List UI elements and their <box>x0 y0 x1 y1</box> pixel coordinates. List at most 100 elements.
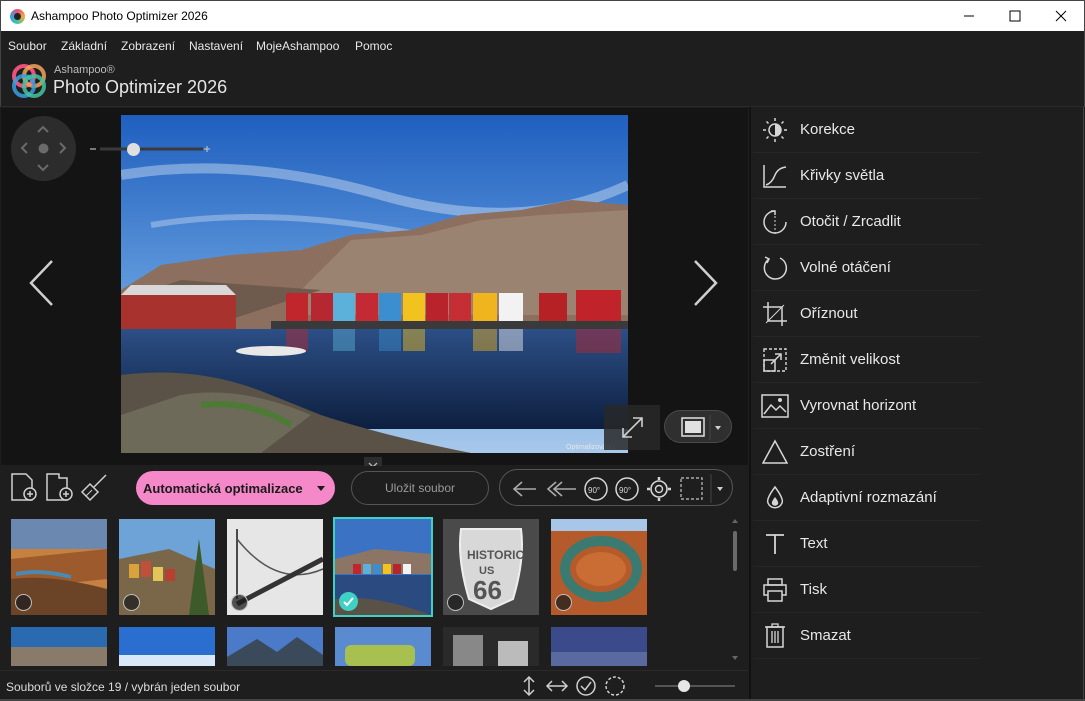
pan-center-icon <box>38 143 49 154</box>
menu-zakladni[interactable]: Základní <box>61 39 107 53</box>
thumbnail-select-marker[interactable] <box>123 594 140 611</box>
deselect-all-icon[interactable] <box>603 674 627 698</box>
dropdown-arrow-icon <box>717 487 723 491</box>
thumbnail-row2-4[interactable] <box>335 627 431 666</box>
tool-label: Volné otáčení <box>800 259 891 276</box>
rotate-right-icon: 90° <box>615 477 639 501</box>
tool-adaptivni-rozmazani[interactable]: Adaptivní rozmazání <box>753 475 981 521</box>
save-file-button[interactable]: Uložit soubor <box>351 471 489 505</box>
menu-pomoc[interactable]: Pomoc <box>355 39 392 53</box>
zoom-slider-handle[interactable] <box>127 143 140 156</box>
tool-oriznout[interactable]: Oříznout <box>753 291 981 337</box>
scroll-thumb <box>733 531 737 571</box>
thumbnail-row2-6[interactable] <box>551 627 647 666</box>
fullscreen-button[interactable] <box>604 405 660 450</box>
thumbnail-foggy-bridge[interactable] <box>227 519 323 615</box>
thumbnail-coastal-village[interactable] <box>119 519 215 615</box>
expand-icon <box>622 417 643 438</box>
thumbnail-canyon-river[interactable] <box>11 519 107 615</box>
menu-mojeashampoo[interactable]: MojeAshampoo <box>256 39 339 53</box>
clear-list-button[interactable] <box>80 472 110 507</box>
ashampoo-logo-icon <box>12 64 46 98</box>
thumbnail-select-marker[interactable] <box>15 594 32 611</box>
thumbnail-size-handle <box>678 680 690 692</box>
thumbnail-row2-1[interactable] <box>11 627 107 666</box>
tool-label: Otočit / Zrcadlit <box>800 213 901 230</box>
tool-label: Zostření <box>800 443 856 460</box>
auto-optimize-button[interactable]: Automatická optimalizace <box>136 471 335 505</box>
status-bar: Souborů ve složce 19 / vybrán jeden soub… <box>1 670 748 700</box>
tool-krivky-svetla[interactable]: Křivky světla <box>753 153 981 199</box>
tool-text[interactable]: Text <box>753 521 981 567</box>
view-mode-button[interactable] <box>664 410 732 443</box>
tool-label: Křivky světla <box>800 167 885 184</box>
close-icon <box>1055 10 1067 22</box>
menu-soubor[interactable]: Soubor <box>8 39 47 53</box>
tool-smazat[interactable]: Smazat <box>753 613 981 659</box>
auto-optimize-label: Automatická optimalizace <box>143 480 303 496</box>
thumbnail-scrollbar[interactable] <box>731 519 739 660</box>
add-folder-button[interactable] <box>45 472 75 507</box>
thumbnail-select-marker[interactable] <box>231 594 248 611</box>
tool-label: Smazat <box>800 627 851 644</box>
sharpen-icon <box>753 429 797 475</box>
pan-right-icon <box>59 142 67 154</box>
status-text: Souborů ve složce 19 / vybrán jeden soub… <box>6 680 241 694</box>
add-file-button[interactable] <box>10 472 38 507</box>
menu-zobrazeni[interactable]: Zobrazení <box>121 39 175 53</box>
tool-label: Korekce <box>800 121 856 138</box>
close-button[interactable] <box>1038 1 1084 31</box>
scroll-up-icon <box>732 519 738 523</box>
zoom-slider[interactable] <box>88 143 213 156</box>
add-file-icon <box>11 473 37 501</box>
sort-vertical-icon[interactable] <box>519 675 539 697</box>
add-folder-icon <box>46 473 73 501</box>
thumbnail-select-marker[interactable] <box>555 594 572 611</box>
sort-horizontal-icon[interactable] <box>545 675 569 697</box>
thumbnail-route-66[interactable]: HISTORIC US 66 <box>443 519 539 615</box>
next-image-button[interactable] <box>690 258 720 313</box>
window-title: Ashampoo Photo Optimizer 2026 <box>31 9 208 23</box>
tool-label: Oříznout <box>800 305 858 322</box>
brand-bar: Ashampoo® Photo Optimizer 2026 <box>0 59 1085 107</box>
resize-icon <box>753 337 797 383</box>
thumbnail-harbor-houses[interactable] <box>333 517 433 617</box>
tool-label: Tisk <box>800 581 827 598</box>
tool-volne-otaceni[interactable]: Volné otáčení <box>753 245 981 291</box>
tool-zmenit-velikost[interactable]: Změnit velikost <box>753 337 981 383</box>
tool-zostreni[interactable]: Zostření <box>753 429 981 475</box>
tool-label: Změnit velikost <box>800 351 901 368</box>
pan-control[interactable] <box>11 116 76 181</box>
free-rotate-icon <box>753 245 797 291</box>
horizon-icon <box>753 383 797 429</box>
previous-image-button[interactable] <box>27 258 57 313</box>
thumbnail-size-slider[interactable] <box>653 679 737 693</box>
single-view-icon <box>681 415 721 440</box>
menu-nastaveni[interactable]: Nastavení <box>189 39 243 53</box>
maximize-icon <box>1009 10 1021 22</box>
svg-text:HISTORIC: HISTORIC <box>467 548 524 562</box>
broom-icon <box>80 474 107 502</box>
maximize-button[interactable] <box>992 1 1038 31</box>
thumbnail-row2-2[interactable] <box>119 627 215 666</box>
tool-otocit-zrcadlit[interactable]: Otočit / Zrcadlit <box>753 199 981 245</box>
tool-tisk[interactable]: Tisk <box>753 567 981 613</box>
svg-text:66: 66 <box>473 575 502 605</box>
save-file-label: Uložit soubor <box>384 481 456 495</box>
app-icon <box>10 9 25 24</box>
thumbnail-horseshoe-bend[interactable] <box>551 519 647 615</box>
pan-up-icon <box>37 125 49 133</box>
dropdown-arrow-icon <box>715 426 721 430</box>
select-all-icon[interactable] <box>574 674 598 698</box>
thumbnail-row2-5[interactable] <box>443 627 539 666</box>
dropdown-arrow-icon <box>316 486 325 491</box>
settings-gear-icon <box>647 477 671 501</box>
selected-check-icon[interactable] <box>339 592 358 611</box>
tool-vyrovnat-horizont[interactable]: Vyrovnat horizont <box>753 383 981 429</box>
svg-text:90°: 90° <box>619 486 631 495</box>
thumbnail-select-marker[interactable] <box>447 594 464 611</box>
thumbnail-row2-3[interactable] <box>227 627 323 666</box>
minimize-button[interactable] <box>946 1 992 31</box>
main-photo[interactable]: Optimalizováno <box>121 115 628 453</box>
tool-korekce[interactable]: Korekce <box>753 107 981 153</box>
